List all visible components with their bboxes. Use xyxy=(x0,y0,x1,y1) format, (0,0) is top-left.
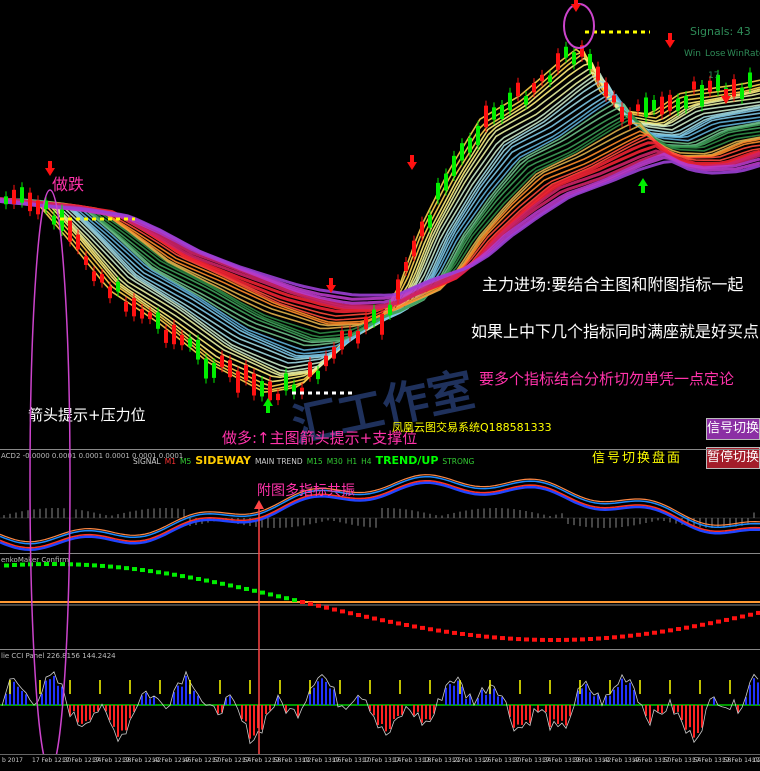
confirm-panel[interactable] xyxy=(0,554,760,649)
trend-status-item: M1 xyxy=(164,457,176,466)
sell-arrow-icon xyxy=(665,33,675,48)
buy-arrow-icon xyxy=(638,178,648,193)
sell-label: 做跌 xyxy=(52,175,84,194)
cci-panel[interactable] xyxy=(0,650,760,753)
buy-support-label: 做多:↑主图箭头提示+支撑位 xyxy=(222,429,417,447)
trend-status-item: M15 xyxy=(306,457,323,466)
trend-status-row: SIGNAL M1 M5 SIDEWAY MAIN TREND M15 M30 H1 H4 TRE… xyxy=(133,454,478,467)
resonance-label: 附图多指标共振 xyxy=(257,483,355,499)
winrate-label: WinRate xyxy=(727,49,760,59)
lose-label: Lose xyxy=(705,49,726,59)
signals-count: Signals: 43 xyxy=(690,25,751,38)
arrow-resistance-label: 箭头提示+压力位 xyxy=(28,406,146,424)
note-line-3: 要多个指标结合分析切勿单凭一点定论 xyxy=(479,370,734,388)
time-tick-label: b 2017 xyxy=(2,757,23,764)
win-label: Win xyxy=(684,49,701,59)
confirm-panel-header: enkoMaker Confirm xyxy=(1,556,69,564)
main-price-chart[interactable]: 汇工作室 Signals: 43 Win Lose WinRate 17 做跌 … xyxy=(0,0,760,448)
trend-status-item: H4 xyxy=(361,457,372,466)
trend-status-item: TREND/UP xyxy=(375,454,439,467)
cci-panel-header: lie CCI Panel 226.8156 144.2424 xyxy=(1,652,116,660)
sell-arrow-icon xyxy=(407,155,417,170)
trend-status-item: M5 xyxy=(179,457,192,466)
system-contact-label: 凤凰云图交易系统Q188581333 xyxy=(392,420,552,434)
time-tick-label: 17 Feb 14:06 xyxy=(752,757,760,764)
note-line-1: 主力进场:要结合主图和附图指标一起 xyxy=(482,275,743,294)
trend-status-item: H1 xyxy=(346,457,358,466)
sell-arrow-icon xyxy=(45,161,55,176)
top-ellipse xyxy=(563,3,595,49)
trend-status-item: SIDEWAY xyxy=(195,454,251,467)
trend-status-item: STRONG xyxy=(442,457,475,466)
sell-arrow-icon xyxy=(571,0,581,12)
buy-arrow-icon xyxy=(263,398,273,413)
lose-value: 17 xyxy=(708,71,719,81)
trend-status-item: MAIN TREND xyxy=(254,457,303,466)
trend-status-item: M30 xyxy=(326,457,343,466)
signal-switch-button[interactable]: 信号切换 xyxy=(706,418,760,440)
note-line-2: 如果上中下几个指标同时满座就是好买点 xyxy=(471,322,759,341)
time-axis: b 2017 17 Feb 12:30 17 Feb 12:34 17 Feb 12:… xyxy=(0,754,760,771)
trend-status-item: SIGNAL xyxy=(133,457,161,466)
